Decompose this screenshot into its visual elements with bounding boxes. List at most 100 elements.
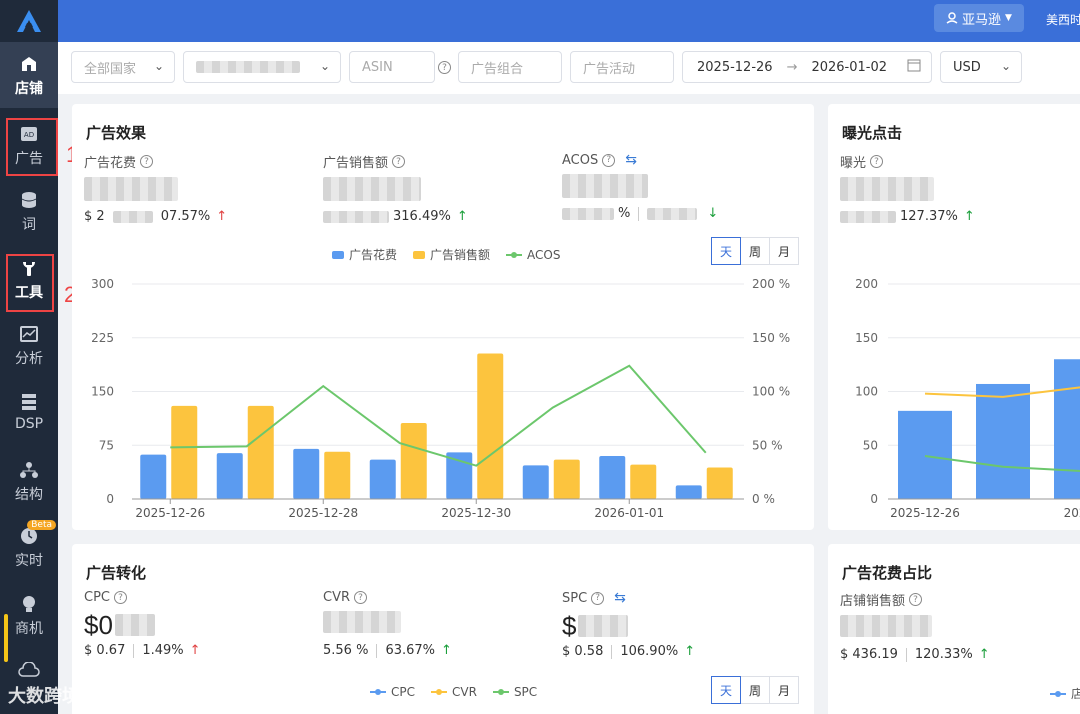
chart-legend: CPC CVR SPC	[370, 685, 537, 699]
arrow-up-icon: ↑	[963, 209, 975, 224]
sidebar-item-store[interactable]: 店铺	[0, 42, 58, 108]
spend-share-card: 广告花费占比 店铺销售额? $ 436.19 120.33% ↑ 店	[828, 544, 1080, 714]
ad-group-input[interactable]: 广告组合	[458, 51, 562, 83]
store-select[interactable]: ⌄	[183, 51, 341, 83]
help-icon[interactable]: ?	[354, 591, 368, 604]
chart-legend: 店	[1050, 685, 1080, 702]
date-end[interactable]: 2026-01-02	[811, 60, 887, 75]
sidebar-item-opportunity[interactable]: 商机	[0, 592, 58, 652]
bar-sales	[171, 405, 198, 499]
metric-label: CPC	[84, 590, 110, 605]
range-toggle: 天 周 月	[711, 237, 799, 265]
impressions-chart: 0 50 100 150 200 2025-12-26 2025-	[855, 277, 1080, 520]
sidebar-item-keywords[interactable]: 词	[0, 186, 58, 246]
y-tick-label: 300	[91, 277, 114, 291]
help-icon[interactable]: ?	[602, 153, 616, 167]
legend-item[interactable]: SPC	[492, 685, 537, 699]
metric-label: 广告花费	[84, 156, 137, 171]
sidebar-item-structure[interactable]: 结构	[0, 456, 58, 516]
annotation-box-1	[6, 118, 58, 176]
legend-item[interactable]: ACOS	[506, 248, 560, 262]
currency-value: USD	[953, 59, 981, 75]
sales-value-redacted	[323, 177, 421, 201]
metric-label: 广告销售额	[323, 156, 389, 171]
legend-item[interactable]: CPC	[370, 685, 415, 699]
bar-impressions	[898, 410, 952, 499]
amazon-icon	[946, 12, 958, 24]
range-week-button[interactable]: 周	[740, 676, 770, 704]
asin-input[interactable]: ASIN	[349, 51, 435, 83]
cloud-icon[interactable]	[18, 661, 40, 682]
platform-label: 亚马逊	[962, 12, 1002, 28]
sidebar-item-realtime[interactable]: Beta 实时	[0, 520, 58, 584]
y2-tick-label: 150 %	[752, 331, 790, 345]
y-tick-label: 225	[91, 331, 114, 345]
store-sales-change: 120.33%	[914, 647, 973, 662]
range-month-button[interactable]: 月	[769, 676, 799, 704]
y-tick-label: 0	[106, 492, 114, 506]
store-icon	[19, 54, 39, 74]
redacted	[112, 210, 153, 223]
sidebar-item-label: DSP	[14, 416, 44, 432]
help-icon[interactable]: ?	[114, 591, 127, 604]
sidebar-item-dsp[interactable]: DSP	[0, 388, 58, 448]
help-icon[interactable]: ?	[392, 155, 406, 168]
legend-label: CPC	[391, 685, 415, 699]
bar-sales	[477, 353, 504, 499]
logo-icon	[17, 10, 41, 32]
cvr-prev: 5.56 %	[323, 643, 369, 658]
help-icon[interactable]: ?	[140, 155, 154, 168]
arrow-up-icon: ↑	[216, 209, 228, 224]
card-title: 广告转化	[86, 564, 147, 582]
acos-value-redacted	[562, 174, 648, 198]
spc-change: 106.90%	[620, 644, 679, 659]
date-start[interactable]: 2025-12-26	[697, 60, 773, 75]
store-value-redacted	[196, 61, 300, 73]
range-day-button[interactable]: 天	[711, 237, 741, 265]
range-day-button[interactable]: 天	[711, 676, 741, 704]
bar-spend	[522, 465, 549, 499]
arrow-up-icon: ↑	[684, 644, 696, 659]
beta-badge: Beta	[27, 520, 56, 530]
cpc-prev: $ 0.67	[84, 643, 126, 658]
app-logo[interactable]	[0, 0, 58, 42]
country-select[interactable]: 全部国家 ⌄	[71, 51, 175, 83]
platform-selector[interactable]: 亚马逊 ▼	[934, 4, 1024, 32]
swap-icon[interactable]: ⇆	[625, 152, 637, 168]
swap-icon[interactable]: ⇆	[614, 590, 626, 606]
help-icon[interactable]: ?	[438, 61, 451, 74]
spend-metric: 广告花费? $ 2 07.57% ↑	[84, 152, 227, 224]
y-tick-label: 50	[863, 438, 878, 452]
bar-impressions	[1054, 359, 1080, 499]
sidebar-item-analysis[interactable]: 分析	[0, 322, 58, 382]
timezone-label[interactable]: 美西时	[1046, 11, 1080, 28]
legend-item[interactable]: CVR	[431, 685, 477, 699]
calendar-icon	[907, 58, 921, 76]
legend-item[interactable]: 店	[1050, 685, 1080, 702]
bar-spend	[293, 448, 320, 499]
arrow-right-icon: →	[786, 59, 798, 75]
campaign-input[interactable]: 广告活动	[570, 51, 674, 83]
help-icon[interactable]: ?	[909, 593, 923, 606]
currency-select[interactable]: USD ⌄	[940, 51, 1022, 83]
bar-sales	[324, 451, 351, 499]
chevron-down-icon: ⌄	[1000, 59, 1011, 73]
chart-legend: 广告花费 广告销售额 ACOS	[332, 246, 560, 263]
legend-item[interactable]: 广告花费	[332, 246, 397, 263]
bar-spend	[675, 485, 702, 499]
date-range-picker[interactable]: 2025-12-26 → 2026-01-02	[682, 51, 932, 83]
help-icon[interactable]: ?	[870, 155, 884, 168]
bar-impressions	[976, 383, 1030, 499]
range-week-button[interactable]: 周	[740, 237, 770, 265]
y-tick-label: 150	[91, 385, 114, 399]
chevron-down-icon: ▼	[1005, 13, 1012, 23]
cpc-value: $0	[84, 609, 113, 640]
help-icon[interactable]: ?	[591, 591, 605, 605]
legend-label: 广告花费	[349, 248, 398, 262]
y2-tick-label: 0 %	[752, 492, 775, 506]
x-tick-label: 2025-12-26	[135, 506, 205, 520]
legend-item[interactable]: 广告销售额	[413, 246, 490, 263]
range-month-button[interactable]: 月	[769, 237, 799, 265]
asin-placeholder: ASIN	[362, 59, 393, 75]
impressions-value-redacted	[840, 177, 934, 201]
